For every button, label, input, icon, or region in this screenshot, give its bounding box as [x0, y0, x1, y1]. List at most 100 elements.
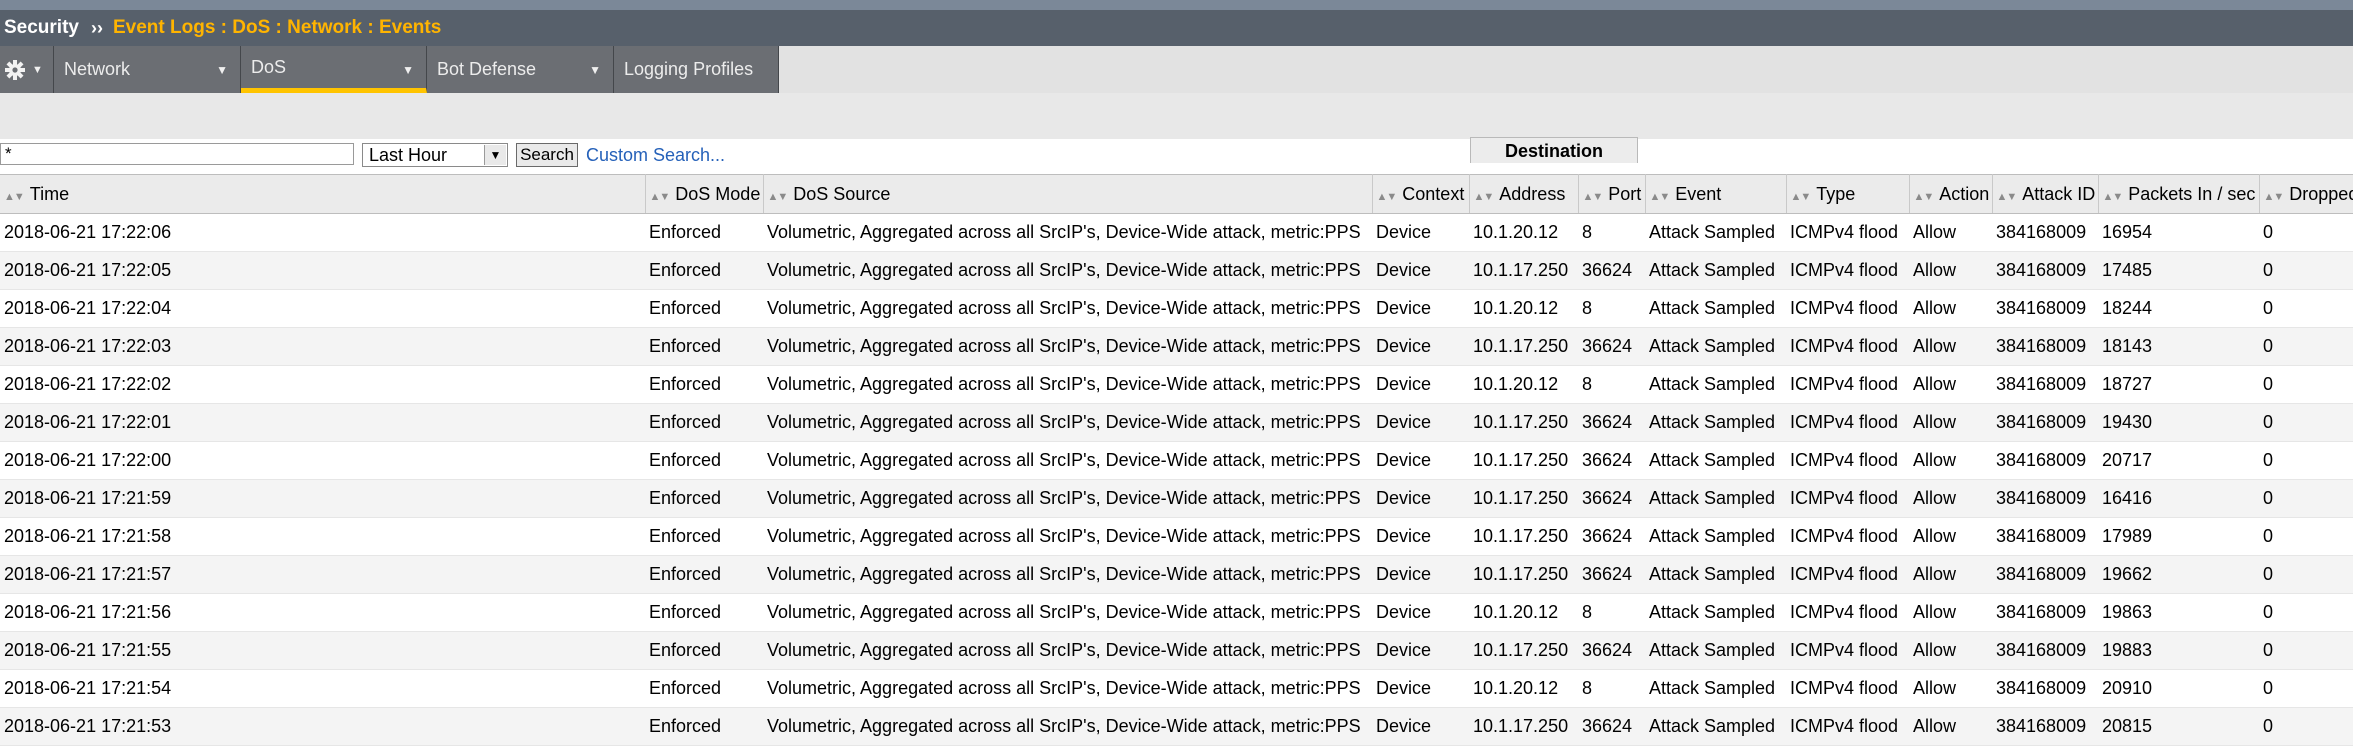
cell-packets-in: 16954: [2098, 213, 2259, 252]
table-row[interactable]: 2018-06-21 17:22:05 Enforced Volumetric, A…: [0, 251, 2353, 290]
cell-dos-source: Volumetric, Aggregated across all SrcIP'…: [763, 441, 1372, 480]
cell-event: Attack Sampled: [1645, 707, 1786, 746]
table-header-row: ▲▼ Time ▲▼ DoS Mode ▲▼ DoS Source ▲▼ Context…: [0, 174, 2353, 214]
tab-logging-profiles[interactable]: Logging Profiles: [614, 46, 779, 93]
column-header-packets-in[interactable]: ▲▼ Packets In / sec: [2098, 174, 2260, 214]
table-row[interactable]: 2018-06-21 17:22:03 Enforced Volumetric, A…: [0, 327, 2353, 366]
table-body: 2018-06-21 17:22:06 Enforced Volumetric, A…: [0, 213, 2353, 746]
tab-dos[interactable]: DoS ▼: [241, 46, 427, 93]
chevron-down-icon[interactable]: ▼: [216, 63, 228, 77]
table-row[interactable]: 2018-06-21 17:22:06 Enforced Volumetric, A…: [0, 213, 2353, 252]
cell-address: 10.1.17.250: [1469, 251, 1578, 290]
cell-event: Attack Sampled: [1645, 251, 1786, 290]
table-row[interactable]: 2018-06-21 17:22:01 Enforced Volumetric, A…: [0, 403, 2353, 442]
search-row: Last Hour ▼ Search Custom Search... Dest…: [0, 137, 2353, 174]
cell-dos-source: Volumetric, Aggregated across all SrcIP'…: [763, 517, 1372, 556]
cell-time: 2018-06-21 17:21:55: [0, 631, 645, 670]
column-header-event[interactable]: ▲▼ Event: [1645, 174, 1787, 214]
cell-dos-source: Volumetric, Aggregated across all SrcIP'…: [763, 479, 1372, 518]
tab-network[interactable]: Network ▼: [54, 46, 241, 93]
cell-packets-in: 19883: [2098, 631, 2259, 670]
cell-dropped: 0: [2259, 707, 2353, 746]
cell-context: Device: [1372, 555, 1469, 594]
time-range-select[interactable]: Last Hour ▼: [362, 143, 508, 167]
tab-bot-defense[interactable]: Bot Defense ▼: [427, 46, 614, 93]
cell-time: 2018-06-21 17:21:56: [0, 593, 645, 632]
cell-type: ICMPv4 flood: [1786, 479, 1909, 518]
search-input[interactable]: [0, 143, 354, 165]
column-header-dos-mode[interactable]: ▲▼ DoS Mode: [645, 174, 764, 214]
column-header-context[interactable]: ▲▼ Context: [1372, 174, 1470, 214]
search-button[interactable]: Search: [516, 143, 578, 167]
column-header-address[interactable]: ▲▼ Address: [1469, 174, 1579, 214]
cell-event: Attack Sampled: [1645, 669, 1786, 708]
column-header-action[interactable]: ▲▼ Action: [1909, 174, 1993, 214]
cell-port: 36624: [1578, 327, 1645, 366]
table-row[interactable]: 2018-06-21 17:21:54 Enforced Volumetric, A…: [0, 669, 2353, 708]
column-header-type[interactable]: ▲▼ Type: [1786, 174, 1910, 214]
cell-event: Attack Sampled: [1645, 365, 1786, 404]
cell-attack-id: 384168009: [1992, 479, 2098, 518]
toolbar-band: [0, 93, 2353, 139]
cell-address: 10.1.20.12: [1469, 593, 1578, 632]
cell-dropped: 0: [2259, 213, 2353, 252]
sort-icon: ▲▼: [1376, 190, 1398, 203]
cell-packets-in: 19662: [2098, 555, 2259, 594]
column-header-dropped[interactable]: ▲▼ Dropped: [2259, 174, 2353, 214]
table-row[interactable]: 2018-06-21 17:21:58 Enforced Volumetric, A…: [0, 517, 2353, 556]
cell-dos-mode: Enforced: [645, 403, 763, 442]
cell-attack-id: 384168009: [1992, 555, 2098, 594]
chevron-down-icon[interactable]: ▼: [589, 63, 601, 77]
cell-port: 8: [1578, 593, 1645, 632]
cell-dropped: 0: [2259, 593, 2353, 632]
cell-time: 2018-06-21 17:22:05: [0, 251, 645, 290]
tab-gear-menu[interactable]: ▼: [0, 46, 54, 93]
cell-type: ICMPv4 flood: [1786, 441, 1909, 480]
cell-action: Allow: [1909, 517, 1992, 556]
cell-dropped: 0: [2259, 631, 2353, 670]
cell-address: 10.1.17.250: [1469, 707, 1578, 746]
column-header-attack-id[interactable]: ▲▼ Attack ID: [1992, 174, 2099, 214]
cell-address: 10.1.17.250: [1469, 517, 1578, 556]
cell-action: Allow: [1909, 365, 1992, 404]
cell-attack-id: 384168009: [1992, 327, 2098, 366]
column-header-dos-source[interactable]: ▲▼ DoS Source: [763, 174, 1373, 214]
table-row[interactable]: 2018-06-21 17:22:00 Enforced Volumetric, A…: [0, 441, 2353, 480]
cell-port: 36624: [1578, 441, 1645, 480]
tab-label: Network: [64, 59, 131, 79]
column-header-time[interactable]: ▲▼ Time: [0, 174, 646, 214]
cell-dropped: 0: [2259, 669, 2353, 708]
cell-dos-source: Volumetric, Aggregated across all SrcIP'…: [763, 365, 1372, 404]
cell-dos-source: Volumetric, Aggregated across all SrcIP'…: [763, 631, 1372, 670]
cell-dos-source: Volumetric, Aggregated across all SrcIP'…: [763, 555, 1372, 594]
chevron-down-icon[interactable]: ▼: [402, 63, 414, 77]
cell-dos-source: Volumetric, Aggregated across all SrcIP'…: [763, 213, 1372, 252]
cell-address: 10.1.17.250: [1469, 479, 1578, 518]
cell-context: Device: [1372, 479, 1469, 518]
chevron-down-icon[interactable]: ▼: [484, 145, 506, 165]
cell-port: 8: [1578, 289, 1645, 328]
cell-event: Attack Sampled: [1645, 289, 1786, 328]
table-row[interactable]: 2018-06-21 17:21:57 Enforced Volumetric, A…: [0, 555, 2353, 594]
cell-time: 2018-06-21 17:22:06: [0, 213, 645, 252]
table-row[interactable]: 2018-06-21 17:21:55 Enforced Volumetric, A…: [0, 631, 2353, 670]
breadcrumb-separator: ››: [90, 17, 103, 38]
cell-address: 10.1.17.250: [1469, 327, 1578, 366]
breadcrumb-home[interactable]: Security: [4, 17, 79, 39]
column-header-port[interactable]: ▲▼ Port: [1578, 174, 1646, 214]
table-row[interactable]: 2018-06-21 17:22:04 Enforced Volumetric, A…: [0, 289, 2353, 328]
chevron-down-icon: ▼: [32, 63, 43, 76]
custom-search-link[interactable]: Custom Search...: [586, 145, 725, 166]
table-row[interactable]: 2018-06-21 17:21:56 Enforced Volumetric, A…: [0, 593, 2353, 632]
table-row[interactable]: 2018-06-21 17:21:53 Enforced Volumetric, A…: [0, 707, 2353, 746]
cell-context: Device: [1372, 517, 1469, 556]
table-row[interactable]: 2018-06-21 17:21:59 Enforced Volumetric, A…: [0, 479, 2353, 518]
cell-packets-in: 20717: [2098, 441, 2259, 480]
sort-icon: ▲▼: [4, 190, 25, 203]
cell-port: 36624: [1578, 479, 1645, 518]
cell-dos-mode: Enforced: [645, 479, 763, 518]
cell-dropped: 0: [2259, 327, 2353, 366]
cell-context: Device: [1372, 327, 1469, 366]
cell-packets-in: 20910: [2098, 669, 2259, 708]
table-row[interactable]: 2018-06-21 17:22:02 Enforced Volumetric, A…: [0, 365, 2353, 404]
